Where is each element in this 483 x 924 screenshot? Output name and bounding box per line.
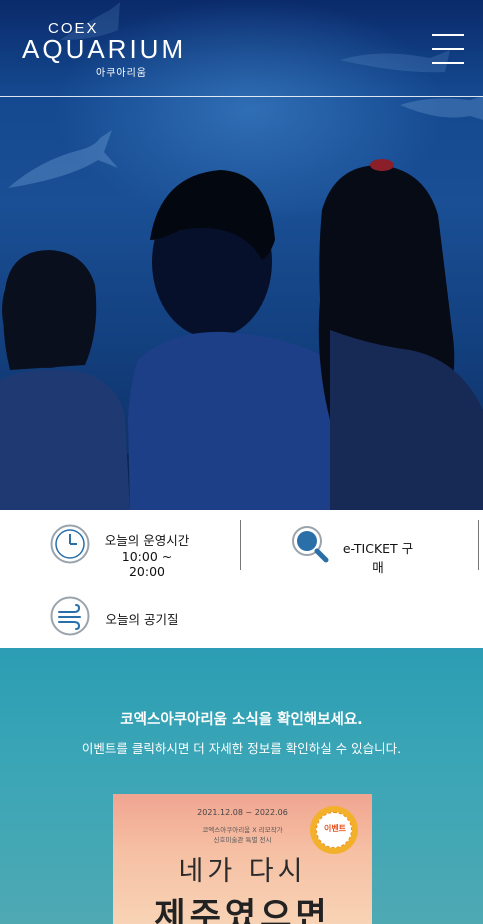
news-section: 코엑스아쿠아리움 소식을 확인해보세요. 이벤트를 클릭하시면 더 자세한 정보… bbox=[0, 648, 483, 924]
person-left-hair bbox=[3, 250, 97, 370]
hamburger-menu-icon[interactable] bbox=[432, 34, 464, 64]
event-badge-label: 이벤트 bbox=[323, 824, 347, 833]
air-quality-label: 오늘의 공기질 bbox=[105, 612, 179, 627]
wind-icon bbox=[50, 596, 90, 636]
info-panel: 오늘의 운영시간 10:00 ~ 20:00 e-TICKET 구매 오늘의 공… bbox=[0, 510, 483, 648]
event-poster-card[interactable]: 2021.12.08 ~ 2022.06 코엑스아쿠아리움 X 리모작가 신호미… bbox=[113, 794, 372, 924]
news-title: 코엑스아쿠아리움 소식을 확인해보세요. bbox=[120, 712, 363, 728]
clock-icon bbox=[50, 524, 90, 564]
person-right-scrunchie bbox=[370, 159, 394, 171]
event-badge: 이벤트 bbox=[310, 806, 358, 854]
poster-title-line1: 네가 다시 bbox=[178, 856, 307, 887]
fish-shape bbox=[8, 130, 118, 188]
person-left-body bbox=[0, 369, 130, 510]
hero-banner: COEX AQUARIUM 아쿠아리움 bbox=[0, 0, 483, 510]
logo-sub-text: 아쿠아리움 bbox=[96, 68, 147, 79]
info-divider bbox=[240, 520, 241, 570]
menu-line bbox=[432, 48, 464, 50]
hours-value: 10:00 ~ 20:00 bbox=[121, 549, 173, 579]
fish-shape bbox=[400, 96, 483, 120]
eticket-label: e-TICKET 구매 bbox=[342, 541, 414, 575]
info-divider bbox=[478, 520, 479, 570]
menu-line bbox=[432, 34, 464, 36]
person-right-body bbox=[330, 330, 483, 510]
event-badge-inner: 이벤트 bbox=[316, 812, 352, 848]
poster-title-line2: 제주였으면 bbox=[154, 896, 331, 924]
news-subtitle: 이벤트를 클릭하시면 더 자세한 정보를 확인하실 수 있습니다. bbox=[81, 741, 402, 756]
header-divider bbox=[0, 96, 483, 97]
menu-line bbox=[432, 62, 464, 64]
hours-label: 오늘의 운영시간 bbox=[104, 533, 190, 548]
magnifier-icon bbox=[292, 526, 329, 563]
header: COEX AQUARIUM 아쿠아리움 bbox=[0, 0, 483, 96]
logo[interactable]: COEX AQUARIUM 아쿠아리움 bbox=[22, 18, 192, 80]
logo-aquarium-text: AQUARIUM bbox=[22, 34, 187, 64]
